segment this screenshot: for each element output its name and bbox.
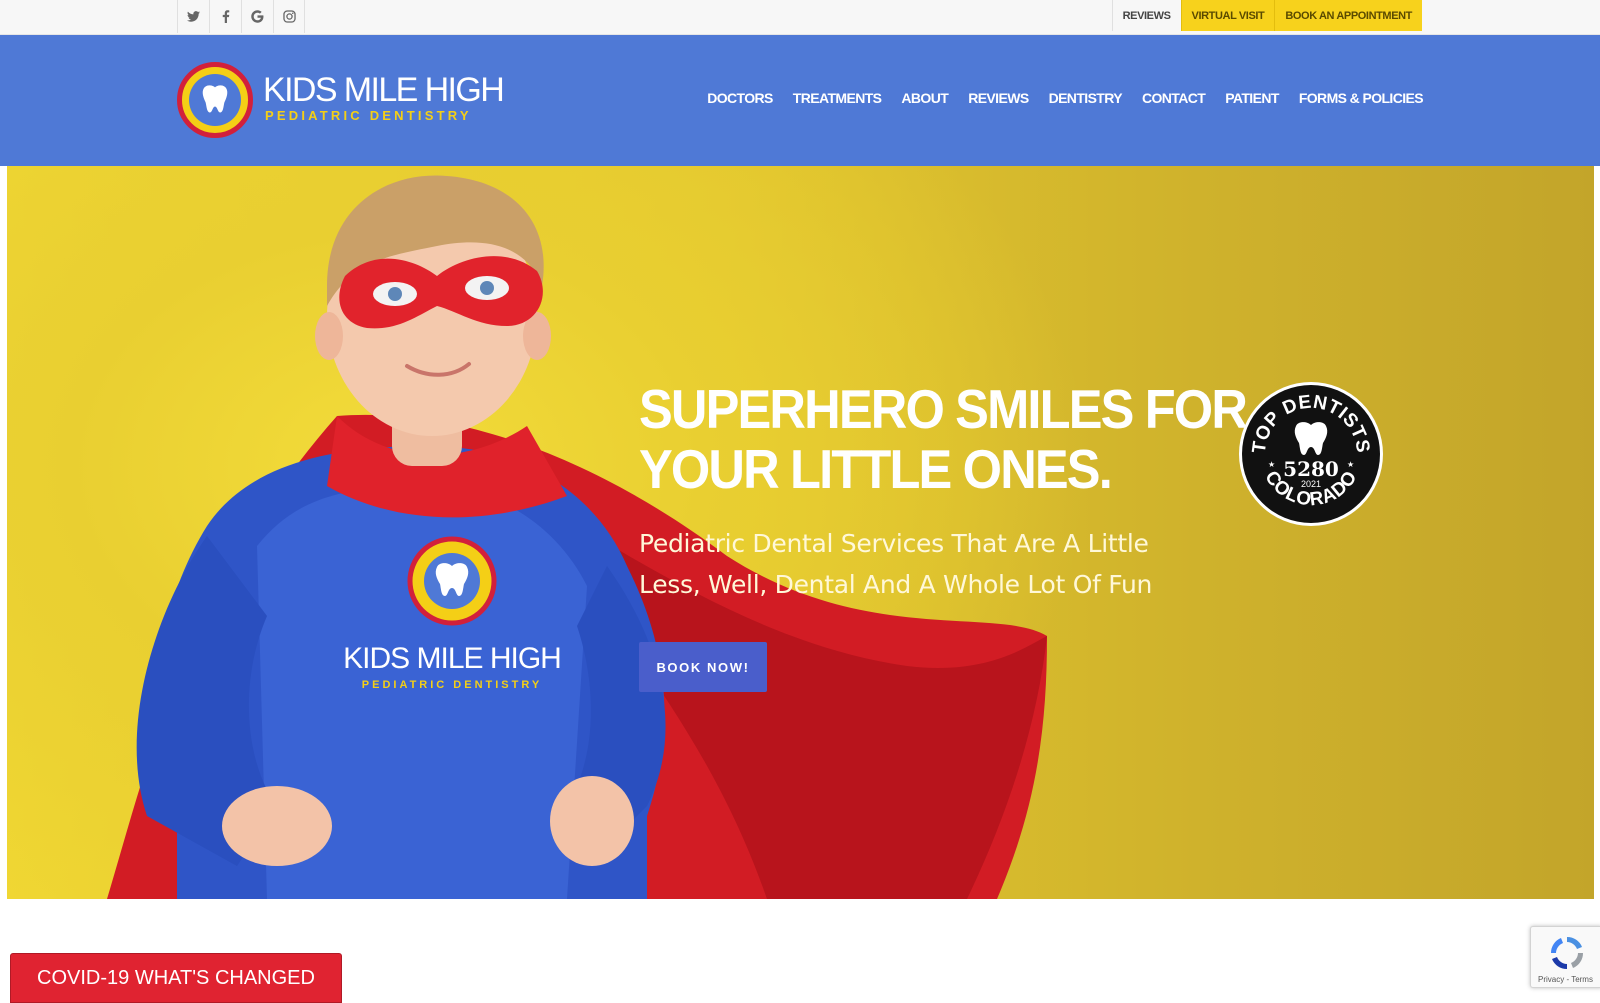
shirt-logo-title: KIDS MILE HIGH — [343, 642, 561, 675]
nav-item-doctors[interactable]: DOCTORS — [707, 90, 773, 106]
virtual-visit-button[interactable]: VIRTUAL VISIT — [1180, 0, 1275, 31]
badge-star-left: ★ — [1268, 460, 1275, 469]
nav-item-dentistry[interactable]: DENTISTRY — [1049, 90, 1123, 106]
badge-number: 5280 — [1283, 457, 1339, 481]
shirt-logo-subtitle: PEDIATRIC DENTISTRY — [362, 679, 542, 691]
covid-changes-button[interactable]: COVID-19 WHAT'S CHANGED — [10, 953, 342, 1003]
nav-item-contact[interactable]: CONTACT — [1142, 90, 1206, 106]
top-utility-bar: REVIEWS VIRTUAL VISIT BOOK AN APPOINTMEN… — [0, 0, 1600, 35]
nav-item-treatments[interactable]: TREATMENTS — [793, 90, 882, 106]
nav-item-forms-policies[interactable]: FORMS & POLICIES — [1299, 90, 1424, 106]
facebook-icon[interactable] — [209, 0, 241, 33]
main-nav: DOCTORS TREATMENTS ABOUT REVIEWS DENTIST… — [707, 90, 1423, 106]
logo-emblem — [177, 62, 253, 138]
logo-subtitle: PEDIATRIC DENTISTRY — [265, 108, 472, 123]
top-dentists-badge: TOP DENTISTS COLORADO 5280 2021 ★ ★ — [1239, 382, 1383, 526]
site-header: KIDS MILE HIGH PEDIATRIC DENTISTRY DOCTO… — [0, 35, 1600, 166]
hero-title-line2: YOUR LITTLE ONES. — [639, 438, 1113, 500]
hero-subtitle: Pediatric Dental Services That Are A Lit… — [639, 529, 1153, 599]
nav-item-reviews[interactable]: REVIEWS — [968, 90, 1029, 106]
twitter-icon[interactable] — [177, 0, 209, 33]
recaptcha-links[interactable]: Privacy - Terms — [1538, 975, 1593, 984]
hero-title-line1: SUPERHERO SMILES FOR — [639, 378, 1248, 440]
hero-copy: SUPERHERO SMILES FOR YOUR LITTLE ONES. P… — [639, 378, 1248, 605]
google-icon[interactable] — [241, 0, 273, 33]
nav-item-about[interactable]: ABOUT — [901, 90, 948, 106]
instagram-icon[interactable] — [273, 0, 305, 33]
recaptcha-badge[interactable]: Privacy - Terms — [1530, 926, 1600, 988]
nav-item-patient[interactable]: PATIENT — [1225, 90, 1279, 106]
book-appointment-button[interactable]: BOOK AN APPOINTMENT — [1274, 0, 1422, 31]
logo-title: KIDS MILE HIGH — [263, 71, 505, 109]
tooth-icon — [202, 85, 228, 113]
site-logo[interactable]: KIDS MILE HIGH PEDIATRIC DENTISTRY — [177, 62, 507, 138]
badge-year: 2021 — [1301, 479, 1321, 489]
hero-banner: KIDS MILE HIGH PEDIATRIC DENTISTRY SUPER… — [7, 166, 1594, 899]
social-links — [177, 0, 305, 33]
recaptcha-icon — [1550, 936, 1584, 970]
badge-star-right: ★ — [1347, 460, 1354, 469]
hero-title: SUPERHERO SMILES FOR YOUR LITTLE ONES. — [639, 378, 1248, 500]
reviews-top-link[interactable]: REVIEWS — [1111, 0, 1181, 31]
top-links: REVIEWS VIRTUAL VISIT BOOK AN APPOINTMEN… — [1111, 0, 1422, 31]
book-now-button[interactable]: BOOK NOW! — [639, 642, 767, 692]
